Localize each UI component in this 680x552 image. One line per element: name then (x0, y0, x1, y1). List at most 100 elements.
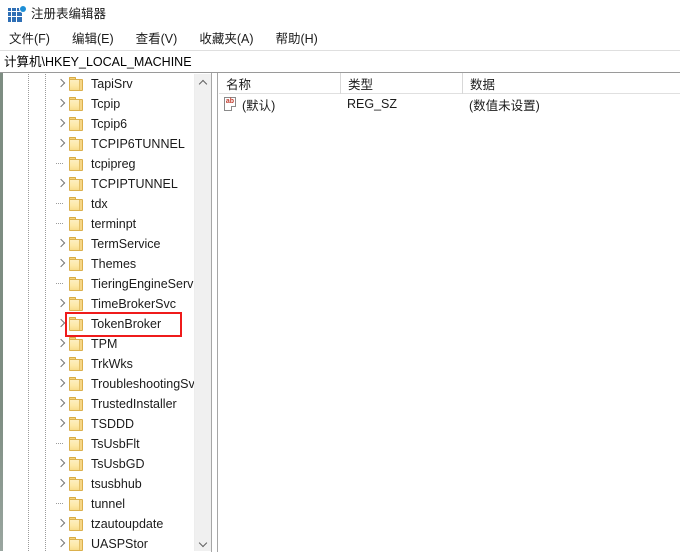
value-type-cell: REG_SZ (340, 94, 462, 114)
chevron-right-icon[interactable] (56, 374, 69, 394)
scrollbar-thumb[interactable] (195, 91, 211, 491)
chevron-right-icon[interactable] (56, 414, 69, 434)
tree-item-label: TCPIP6TUNNEL (91, 136, 185, 152)
chevron-right-icon[interactable] (56, 114, 69, 134)
folder-icon (69, 137, 86, 151)
tree-item-label: TroubleshootingSv (91, 376, 195, 392)
content-area: TapiSrv TcpipTcpip6 TCPIP6TUNNEL tcpipreg TC… (0, 72, 680, 551)
tree-item-tsusbflt[interactable]: TsUsbFlt (3, 434, 197, 454)
tree-item-label: TPM (91, 336, 117, 352)
chevron-right-icon[interactable] (56, 234, 69, 254)
tree-item-label: tunnel (91, 496, 125, 512)
column-header-data[interactable]: 数据 (462, 73, 680, 94)
tree-item-tpm[interactable]: TPM (3, 334, 197, 354)
scrollbar-up-button[interactable] (195, 74, 211, 91)
tree-item-tcpip6[interactable]: Tcpip6 (3, 114, 197, 134)
folder-icon (69, 497, 86, 511)
folder-icon (69, 537, 86, 551)
folder-icon (69, 237, 86, 251)
tree-leaf-tick-icon (56, 274, 69, 294)
address-bar[interactable]: 计算机\HKEY_LOCAL_MACHINE (0, 50, 680, 72)
folder-icon (69, 177, 86, 191)
menu-item-edit[interactable]: 编辑(E) (72, 31, 114, 47)
menu-item-favorites[interactable]: 收藏夹(A) (199, 31, 253, 47)
chevron-right-icon[interactable] (56, 334, 69, 354)
tree-item-timebrokersvc[interactable]: TimeBrokerSvc (3, 294, 197, 314)
menu-bar: 文件(F) 编辑(E) 查看(V) 收藏夹(A) 帮助(H) (0, 28, 680, 50)
tree-item-tokenbroker[interactable]: TokenBroker (3, 314, 197, 334)
tree-item-label: TsUsbFlt (91, 436, 140, 452)
tree-item-label: tzautoupdate (91, 516, 163, 532)
tree-item-tcpip6tunnel[interactable]: TCPIP6TUNNEL (3, 134, 197, 154)
folder-icon (69, 197, 86, 211)
tree-item-trkwks[interactable]: TrkWks (3, 354, 197, 374)
registry-editor-window: 注册表编辑器 文件(F) 编辑(E) 查看(V) 收藏夹(A) 帮助(H) 计算… (0, 0, 680, 551)
chevron-right-icon[interactable] (56, 94, 69, 114)
tree-item-tsusbgd[interactable]: TsUsbGD (3, 454, 197, 474)
registry-tree-pane: TapiSrv TcpipTcpip6 TCPIP6TUNNEL tcpipreg TC… (0, 72, 211, 551)
chevron-right-icon[interactable] (56, 394, 69, 414)
tree-item-label: TrkWks (91, 356, 133, 372)
folder-icon (69, 377, 86, 391)
folder-icon (69, 257, 86, 271)
folder-icon (69, 437, 86, 451)
tree-item-tzautoupdate[interactable]: tzautoupdate (3, 514, 197, 534)
tree-item-label: TCPIPTUNNEL (91, 176, 178, 192)
menu-item-help[interactable]: 帮助(H) (275, 31, 317, 47)
tree-item-troubleshootingsv[interactable]: TroubleshootingSv (3, 374, 197, 394)
tree-item-terminpt[interactable]: terminpt (3, 214, 197, 234)
tree-item-label: TapiSrv (91, 76, 133, 92)
tree-leaf-tick-icon (56, 214, 69, 234)
tree-item-tieringengineservic[interactable]: TieringEngineServic (3, 274, 197, 294)
folder-icon (69, 97, 86, 111)
tree-item-tsusbhub[interactable]: tsusbhub (3, 474, 197, 494)
scrollbar-down-button[interactable] (195, 535, 211, 551)
tree-item-label: terminpt (91, 216, 136, 232)
folder-icon (69, 77, 86, 91)
tree-item-label: tcpipreg (91, 156, 135, 172)
chevron-right-icon[interactable] (56, 134, 69, 154)
folder-icon (69, 517, 86, 531)
menu-item-view[interactable]: 查看(V) (136, 31, 178, 47)
tree-item-termservice[interactable]: TermService (3, 234, 197, 254)
folder-icon (69, 277, 86, 291)
tree-item-tsddd[interactable]: TSDDD (3, 414, 197, 434)
tree-item-tcpipreg[interactable]: tcpipreg (3, 154, 197, 174)
column-header-name[interactable]: 名称 (219, 73, 340, 94)
pane-splitter[interactable] (211, 72, 219, 551)
tree-item-tcpip[interactable]: Tcpip (3, 94, 197, 114)
menu-item-file[interactable]: 文件(F) (9, 31, 50, 47)
chevron-right-icon[interactable] (56, 174, 69, 194)
tree-item-label: TrustedInstaller (91, 396, 177, 412)
chevron-right-icon[interactable] (56, 314, 69, 334)
tree-item-themes[interactable]: Themes (3, 254, 197, 274)
tree-item-tcpiptunnel[interactable]: TCPIPTUNNEL (3, 174, 197, 194)
value-data-cell: (数值未设置) (462, 94, 680, 114)
tree-item-tdx[interactable]: tdx (3, 194, 197, 214)
values-column-header: 名称 类型 数据 (219, 73, 680, 94)
tree-item-tunnel[interactable]: tunnel (3, 494, 197, 514)
chevron-right-icon[interactable] (56, 534, 69, 551)
column-header-type[interactable]: 类型 (340, 73, 462, 94)
folder-icon (69, 297, 86, 311)
tree-scroll-viewport: TapiSrv TcpipTcpip6 TCPIP6TUNNEL tcpipreg TC… (3, 74, 197, 551)
tree-item-uaspstor[interactable]: UASPStor (3, 534, 197, 551)
chevron-right-icon[interactable] (56, 474, 69, 494)
tree-leaf-tick-icon (56, 194, 69, 214)
tree-leaf-tick-icon (56, 154, 69, 174)
tree-vertical-scrollbar[interactable] (194, 74, 211, 551)
chevron-right-icon[interactable] (56, 254, 69, 274)
chevron-right-icon[interactable] (56, 74, 69, 94)
registry-values-pane: 名称 类型 数据 ab (默认) REG_SZ (数值未设置) (219, 72, 680, 551)
chevron-right-icon[interactable] (56, 354, 69, 374)
splitter-line-right (217, 73, 218, 552)
tree-item-trustedinstaller[interactable]: TrustedInstaller (3, 394, 197, 414)
tree-item-tapisrv[interactable]: TapiSrv (3, 74, 197, 94)
folder-icon (69, 457, 86, 471)
chevron-right-icon[interactable] (56, 454, 69, 474)
table-row[interactable]: ab (默认) REG_SZ (数值未设置) (219, 94, 680, 114)
splitter-line-left (211, 73, 212, 552)
tree-item-label: tsusbhub (91, 476, 142, 492)
chevron-right-icon[interactable] (56, 514, 69, 534)
chevron-right-icon[interactable] (56, 294, 69, 314)
